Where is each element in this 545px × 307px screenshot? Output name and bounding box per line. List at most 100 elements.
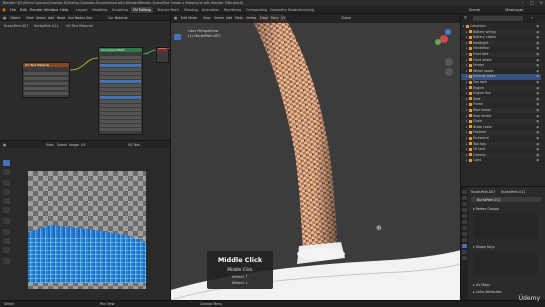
grab-tool-icon[interactable] <box>3 229 10 235</box>
vp-menu-view[interactable]: View <box>203 16 211 20</box>
tab-texture-paint[interactable]: Texture Paint <box>155 7 181 13</box>
pan-view-icon[interactable] <box>445 68 453 76</box>
outliner-row[interactable]: ▸ Footrest ◉ <box>461 130 541 136</box>
menu-edit[interactable]: Edit <box>20 8 27 12</box>
tab-rendering[interactable]: Rendering <box>222 7 243 13</box>
visibility-eye-icon[interactable]: ◉ <box>536 108 539 113</box>
editor-type-icon[interactable]: ▦ <box>174 16 177 20</box>
node-field[interactable] <box>100 100 141 103</box>
smooth-icon[interactable] <box>174 186 181 192</box>
scale-icon[interactable] <box>174 72 181 78</box>
pinch-tool-icon[interactable] <box>3 247 10 253</box>
tab-uv-editing[interactable]: UV Editing <box>131 7 153 13</box>
transform-tool-icon[interactable] <box>3 207 10 213</box>
panel-color-attributes[interactable]: ▸ Color Attributes <box>473 290 502 294</box>
panel-vertex-groups[interactable]: ▾ Vertex Groups <box>473 207 499 211</box>
select-tool-icon[interactable] <box>3 160 10 166</box>
cursor-icon[interactable] <box>174 43 181 49</box>
mesh-name-field[interactable]: NurbsPath.011 <box>471 197 541 202</box>
menu-file[interactable]: File <box>10 8 16 12</box>
outliner-row[interactable]: ▸ Kickstand ◉ <box>461 136 541 141</box>
outliner-row[interactable]: ▸ Gas tank ◉ <box>461 80 541 85</box>
tab-geometry-nodes[interactable]: Geometry Nodes <box>268 7 301 13</box>
rotate-icon[interactable] <box>174 63 181 69</box>
outliner-row[interactable]: ▸ Exhaust pipes ◉ <box>461 74 541 80</box>
outliner-row[interactable]: ▸ Camera ◉ <box>461 152 541 158</box>
shear-icon[interactable] <box>174 195 181 201</box>
menu-render[interactable]: Render <box>30 8 43 12</box>
menu-help[interactable]: Help <box>60 8 68 12</box>
shader-node-editor[interactable]: ▦ Object View Select Add Node Use Nodes … <box>0 14 170 140</box>
visibility-eye-icon[interactable]: ◉ <box>536 147 539 152</box>
menu-window[interactable]: Window <box>44 8 58 12</box>
visibility-eye-icon[interactable]: ◉ <box>536 97 539 102</box>
vp-menu-mesh[interactable]: Mesh <box>235 16 243 20</box>
outliner-row[interactable]: ▸ Collection ◉ <box>461 24 541 29</box>
filter-icon[interactable]: ▿ <box>531 16 533 20</box>
outliner-row[interactable]: ▸ Fender ◉ <box>461 63 541 69</box>
tab-scripting[interactable]: Scripting <box>297 7 316 13</box>
mode-selector[interactable]: Edit Mode <box>181 16 197 20</box>
scene-selector[interactable]: Scene <box>469 8 480 12</box>
navigation-gizmo[interactable] <box>431 26 457 52</box>
visibility-eye-icon[interactable]: ◉ <box>536 91 539 96</box>
node-field[interactable] <box>100 124 141 127</box>
visibility-eye-icon[interactable]: ◉ <box>536 24 539 29</box>
outliner-row[interactable]: ▸ Rear fender ◉ <box>461 114 541 119</box>
node-field[interactable] <box>100 108 141 111</box>
visibility-eye-icon[interactable]: ◉ <box>536 69 539 74</box>
tab-animation[interactable]: Animation <box>200 7 221 13</box>
outliner-row[interactable]: ▸ Headlight ◉ <box>461 40 541 46</box>
vertex-groups-list[interactable] <box>473 213 537 239</box>
output-tab-icon[interactable] <box>462 202 467 206</box>
cursor-tool-icon[interactable] <box>3 169 10 175</box>
annotate-tool-icon[interactable] <box>3 218 10 224</box>
visibility-eye-icon[interactable]: ◉ <box>536 136 539 141</box>
view-layer-selector[interactable]: ViewLayer <box>505 8 524 12</box>
constraint-tab-icon[interactable] <box>462 238 467 242</box>
outliner-row[interactable]: ▸ Wheel spoke ◉ <box>461 69 541 74</box>
visibility-eye-icon[interactable]: ◉ <box>536 74 539 79</box>
visibility-eye-icon[interactable]: ◉ <box>536 153 539 158</box>
knife-icon[interactable] <box>174 159 181 165</box>
node-field[interactable] <box>100 116 141 119</box>
data-tab-icon[interactable] <box>462 244 467 248</box>
node-field[interactable] <box>24 77 68 80</box>
visibility-eye-icon[interactable]: ◉ <box>536 114 539 119</box>
annotate-icon[interactable] <box>174 92 181 98</box>
visibility-eye-icon[interactable]: ◉ <box>536 52 539 57</box>
uv-menu-view[interactable]: View <box>46 143 54 147</box>
transform-icon[interactable] <box>174 81 181 87</box>
visibility-eye-icon[interactable]: ◉ <box>536 158 539 163</box>
node-field[interactable] <box>100 84 141 87</box>
visibility-eye-icon[interactable]: ◉ <box>536 46 539 51</box>
material-output-node[interactable]: Material Output <box>156 47 169 63</box>
outliner-row[interactable]: ▸ Rear wheel ◉ <box>461 108 541 114</box>
panel-shape-keys[interactable]: ▾ Shape Keys <box>473 245 495 249</box>
properties-editor[interactable]: NurbsPath.007 NurbsPath.011 NurbsPath.01… <box>460 186 545 301</box>
transform-orientation[interactable]: Global <box>341 16 351 20</box>
visibility-eye-icon[interactable]: ◉ <box>536 130 539 135</box>
visibility-eye-icon[interactable]: ◉ <box>536 86 539 91</box>
outliner-search-input[interactable] <box>473 16 523 21</box>
node-field[interactable] <box>100 120 141 123</box>
outliner-row[interactable]: ▸ Light ◉ <box>461 158 541 163</box>
node-field[interactable] <box>100 68 141 71</box>
node-field[interactable] <box>24 87 68 90</box>
modifier-tab-icon[interactable] <box>462 232 467 236</box>
bevel-icon[interactable] <box>174 141 181 147</box>
relax-tool-icon[interactable] <box>3 238 10 244</box>
outliner-row[interactable]: ▸ Handlebar ◉ <box>461 46 541 51</box>
vp-menu-uv[interactable]: UV <box>281 16 286 20</box>
node-field[interactable] <box>100 88 141 91</box>
visibility-eye-icon[interactable]: ◉ <box>536 58 539 63</box>
select-box-icon[interactable] <box>174 34 181 40</box>
node-field[interactable] <box>100 76 141 79</box>
visibility-eye-icon[interactable]: ◉ <box>536 63 539 68</box>
vp-menu-vertex[interactable]: Vertex <box>246 16 256 20</box>
rotate-tool-icon[interactable] <box>3 189 10 195</box>
poly-build-icon[interactable] <box>174 168 181 174</box>
visibility-eye-icon[interactable]: ◉ <box>536 119 539 124</box>
outliner[interactable]: ☰ ▿ ▸ Collection ◉ ▸ Battery wiring ◉ ▸ Battery… <box>460 14 545 186</box>
visibility-eye-icon[interactable]: ◉ <box>536 102 539 107</box>
